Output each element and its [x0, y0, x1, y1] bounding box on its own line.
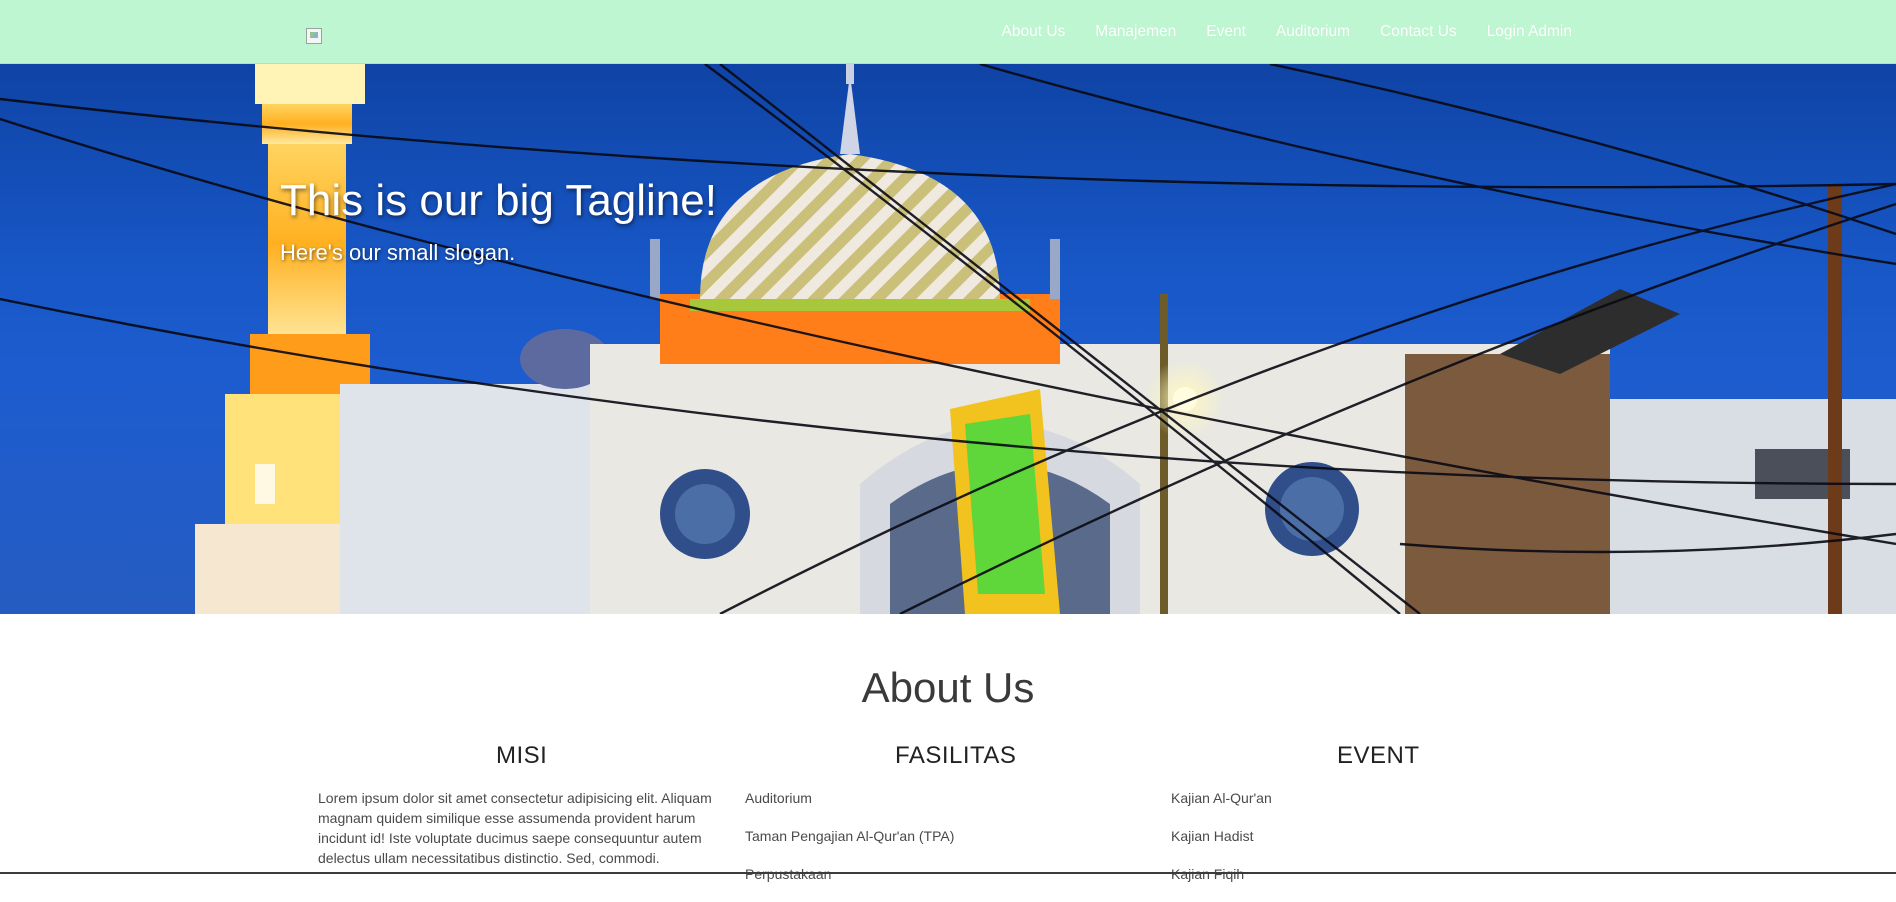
nav-link-auditorium[interactable]: Auditorium	[1276, 23, 1350, 41]
nav-menu: About Us Manajemen Event Auditorium Cont…	[1002, 21, 1572, 41]
hero-mosque-image	[0, 64, 1896, 614]
hero-text-block: This is our big Tagline! Here's our smal…	[280, 176, 717, 266]
column-heading: MISI	[496, 742, 548, 769]
nav-link-manajemen[interactable]: Manajemen	[1095, 23, 1176, 41]
list-item: Taman Pengajian Al-Qur'an (TPA)	[745, 828, 955, 844]
hero-banner: This is our big Tagline! Here's our smal…	[0, 64, 1896, 614]
about-title: About Us	[861, 664, 1035, 711]
nav-link-contact-us[interactable]: Contact Us	[1380, 23, 1457, 41]
hero-tagline: This is our big Tagline!	[280, 176, 717, 225]
list-item: Kajian Al-Qur'an	[1171, 790, 1272, 806]
list-item: Auditorium	[745, 790, 812, 806]
nav-link-login-admin[interactable]: Login Admin	[1487, 23, 1572, 41]
nav-link-event[interactable]: Event	[1206, 23, 1246, 41]
hero-slogan: Here's our small slogan.	[280, 240, 516, 265]
list-item: Perpustakaan	[745, 866, 832, 882]
event-list: Kajian Al-Qur'an Kajian Hadist Kajian Fi…	[1171, 788, 1272, 902]
fasilitas-list: Auditorium Taman Pengajian Al-Qur'an (TP…	[745, 788, 954, 902]
column-heading: FASILITAS	[895, 742, 1017, 769]
list-item: Kajian Hadist	[1171, 828, 1254, 844]
top-navbar: About Us Manajemen Event Auditorium Cont…	[0, 0, 1896, 64]
broken-image-icon	[306, 28, 322, 44]
brand-logo-link[interactable]	[306, 28, 324, 46]
column-heading: EVENT	[1337, 742, 1420, 769]
nav-link-about-us[interactable]: About Us	[1002, 23, 1066, 41]
list-item: Kajian Fiqih	[1171, 866, 1245, 882]
misi-text: Lorem ipsum dolor sit amet consectetur a…	[318, 790, 712, 866]
